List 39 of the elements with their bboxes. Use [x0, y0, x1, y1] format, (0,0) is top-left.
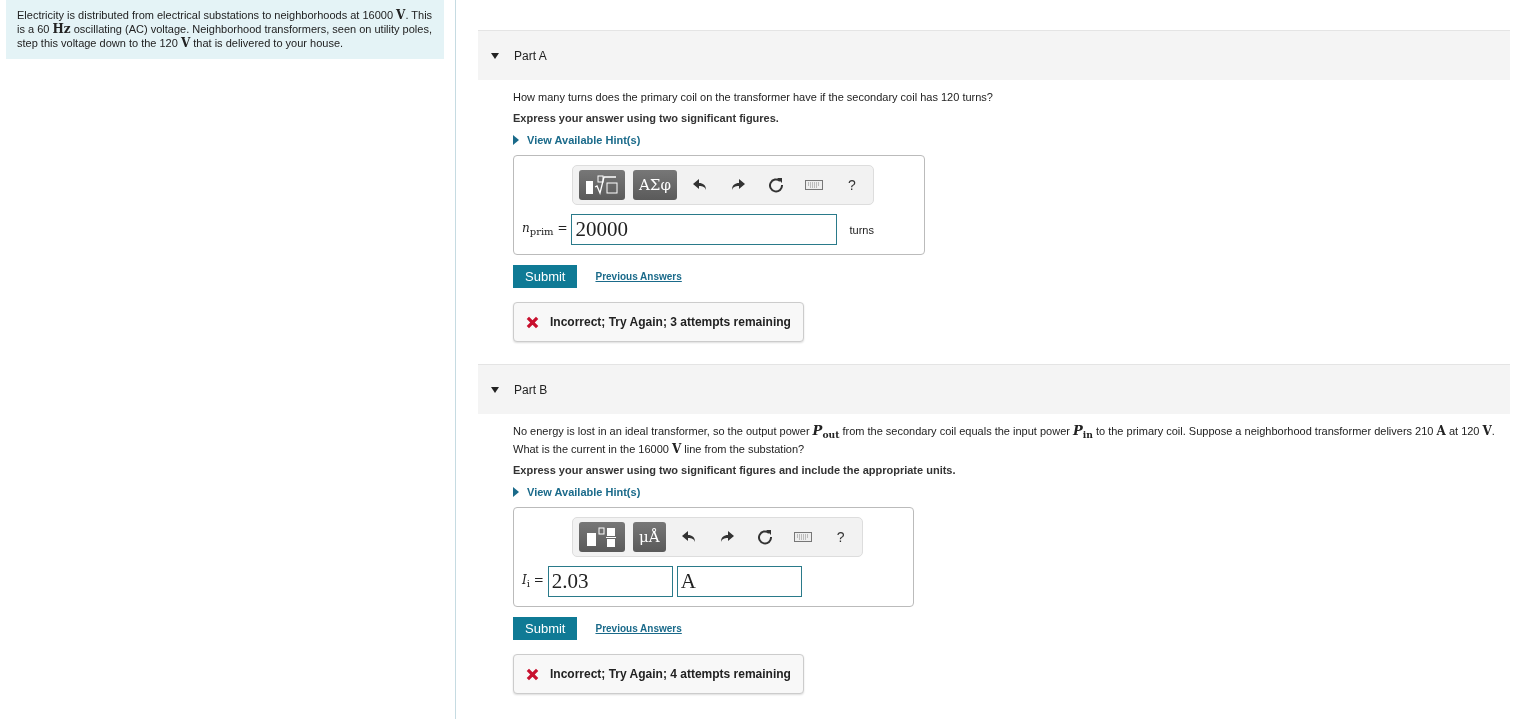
submit-button[interactable]: Submit [513, 617, 578, 641]
answer-field[interactable]: 20000 [571, 214, 838, 245]
template-button[interactable] [579, 170, 625, 200]
keyboard-icon [804, 180, 823, 190]
unit-label: turns [849, 223, 874, 236]
keyboard-icon [793, 532, 812, 543]
help-button[interactable]: ? [825, 522, 856, 553]
triangle-icon [513, 135, 519, 145]
reset-icon [767, 177, 784, 193]
feedback-text: Incorrect; Try Again; 3 attempts remaining [550, 315, 791, 329]
answer-field[interactable]: 2.03 [547, 566, 673, 598]
hints-link[interactable]: View Available Hint(s) [513, 134, 641, 146]
units-field[interactable]: A [676, 566, 802, 598]
part-title: Part A [514, 48, 547, 63]
previous-answers-link[interactable]: Previous Answers [595, 623, 682, 635]
reset-icon [756, 529, 773, 546]
feedback-text: Incorrect; Try Again; 4 attempts remaining [550, 667, 791, 682]
question-text: No energy is lost in an ideal transformer, so the output power P$_{out}$ from the secondary coil equals the input power P$_{in}$ to the primary coil. Suppose a neighborhood transformer delivers 210 A at 120 V. What is the current in the 16000 V line from the substation? [513, 424, 1496, 457]
previous-answers-link[interactable]: Previous Answers [595, 271, 682, 282]
template-button[interactable] [579, 522, 625, 553]
help-button[interactable]: ? [836, 170, 867, 200]
redo-icon [730, 179, 745, 191]
variable-label: I$_{i}$ = [522, 573, 544, 590]
undo-icon [692, 179, 707, 191]
part-title: Part B [514, 382, 548, 397]
part-header[interactable]: Part B [478, 364, 1510, 414]
instruction-text: Express your answer using two significant figures and include the appropriate units. [513, 464, 957, 477]
part-header[interactable]: Part A [478, 30, 1510, 80]
redo-icon [719, 531, 734, 544]
submit-button[interactable]: Submit [513, 265, 578, 288]
symbols-button[interactable]: μÅ [633, 522, 666, 553]
question-text: How many turns does the primary coil on the transformer have if the secondary coil has 120 turns? [513, 90, 994, 104]
hints-link[interactable]: View Available Hint(s) [513, 486, 641, 499]
triangle-icon [513, 487, 519, 498]
symbols-button[interactable]: ΑΣφ [633, 170, 677, 200]
instruction-text: Express your answer using two significant figures. [513, 112, 780, 124]
problem-intro: Electricity is distributed from electrical substations to neighborhoods at 16000 V. This is a 60 Hz oscillating (AC) voltage. Neighborhood transformers, seen on utility poles, step this voltage down to the 120 V that is delivered to your house. [6, 0, 444, 59]
undo-icon [681, 531, 696, 544]
variable-label: n$_{prim}$ = [522, 221, 568, 238]
